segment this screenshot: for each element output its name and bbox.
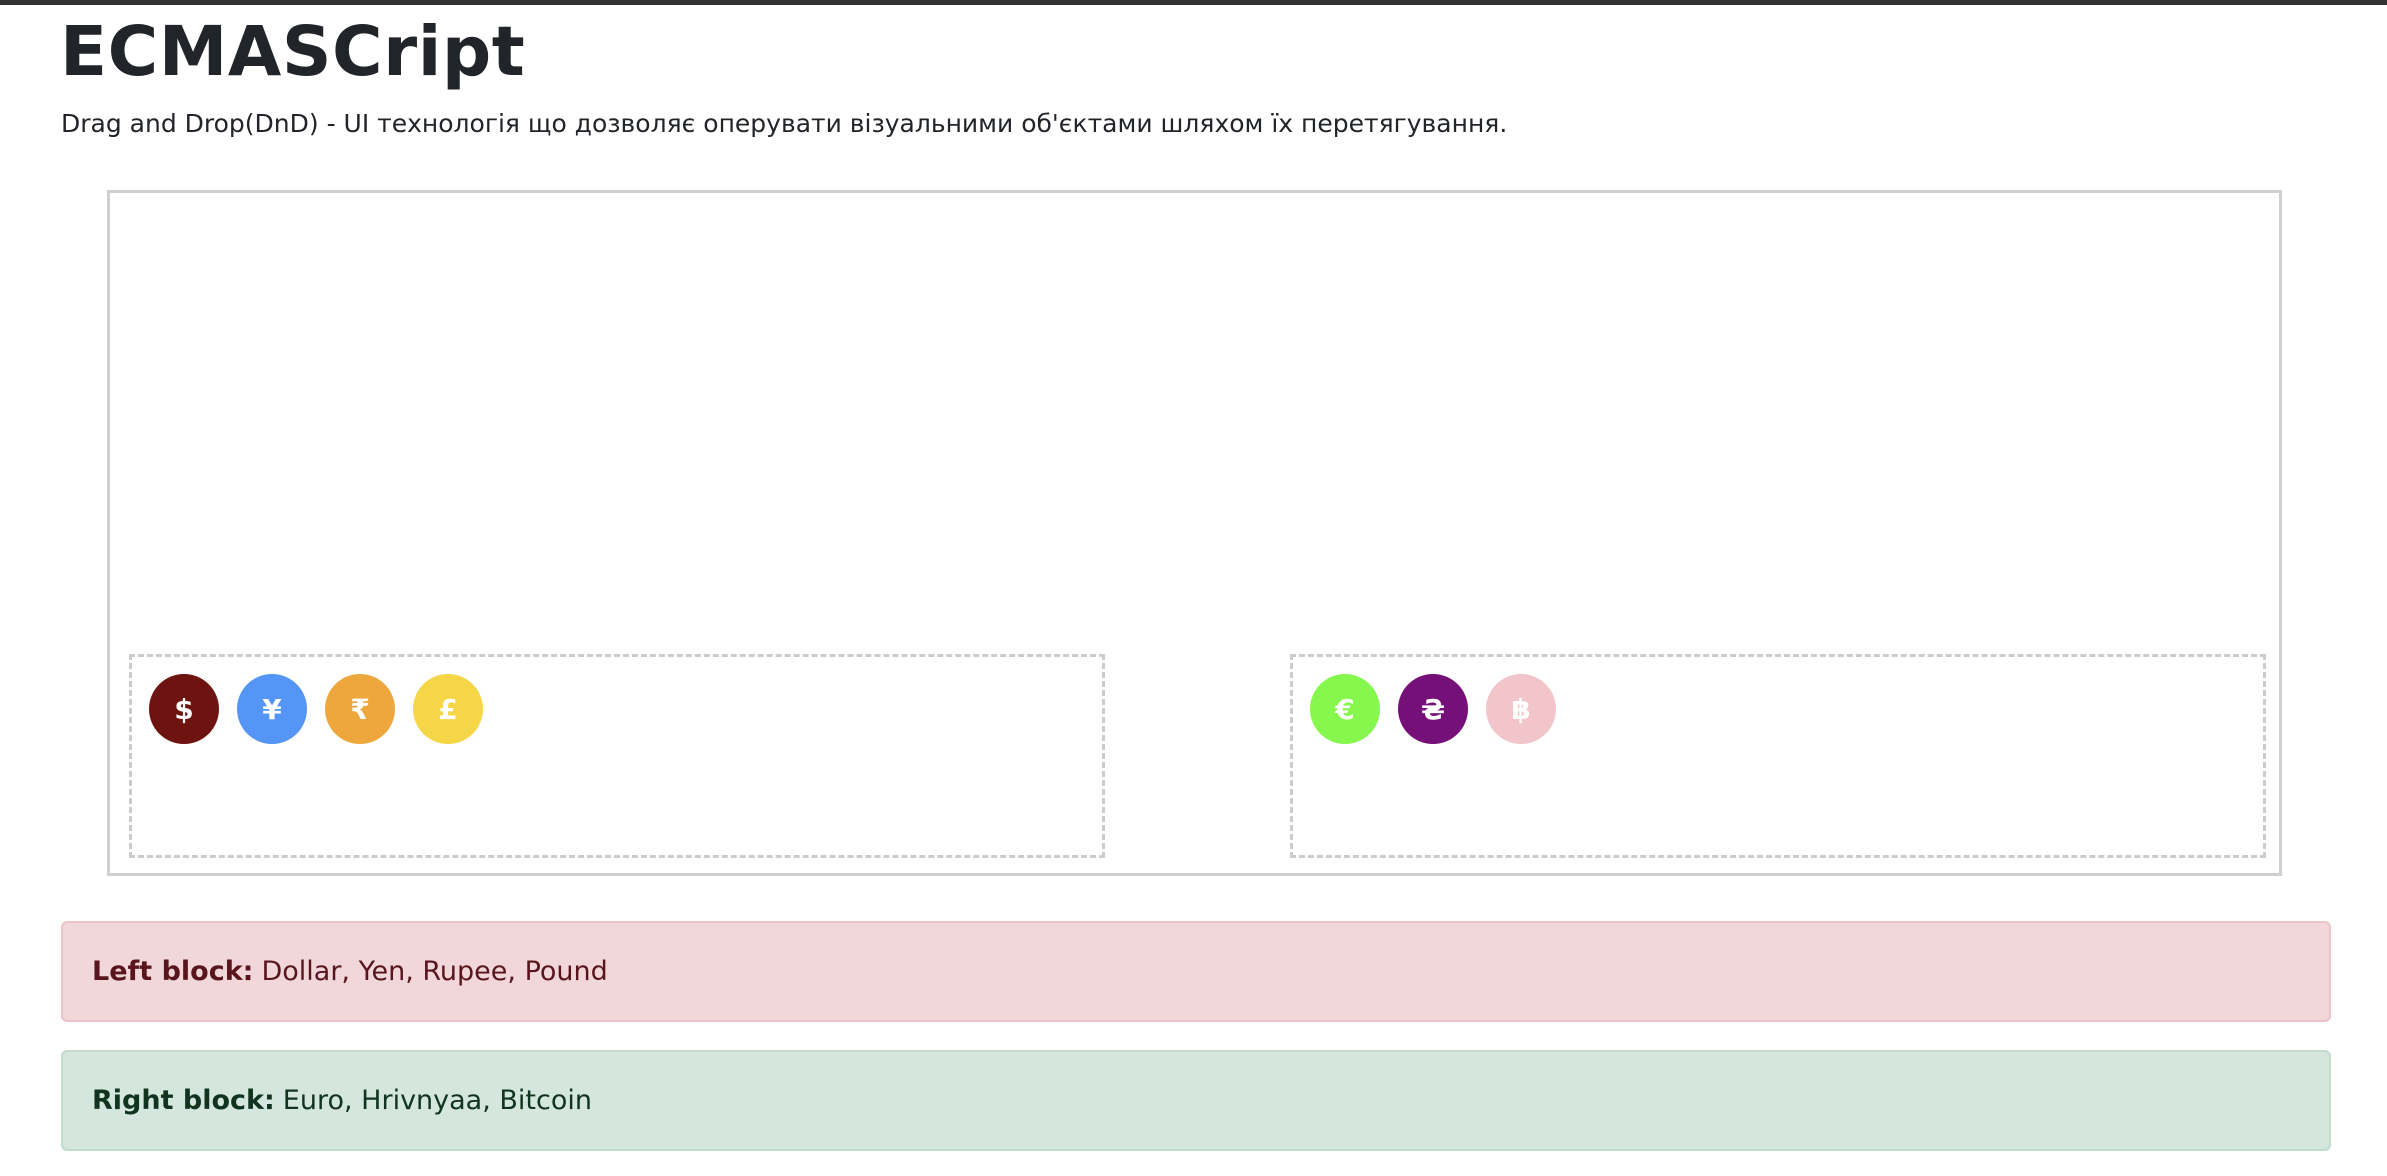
yen-coin-icon[interactable]: ¥: [237, 674, 307, 744]
left-block-result: Left block: Dollar, Yen, Rupee, Pound: [61, 921, 2331, 1022]
pound-coin-icon[interactable]: £: [413, 674, 483, 744]
left-block-label: Left block:: [92, 956, 254, 987]
right-block-result: Right block: Euro, Hrivnyaa, Bitcoin: [61, 1050, 2331, 1151]
right-drop-zone[interactable]: € ₴ ฿: [1290, 654, 2266, 858]
dollar-coin-icon[interactable]: $: [149, 674, 219, 744]
right-block-value: Euro, Hrivnyaa, Bitcoin: [282, 1085, 592, 1116]
right-block-label: Right block:: [92, 1085, 275, 1116]
top-rule: [0, 0, 2387, 5]
left-block-value: Dollar, Yen, Rupee, Pound: [261, 956, 608, 987]
euro-coin-icon[interactable]: €: [1310, 674, 1380, 744]
rupee-coin-icon[interactable]: ₹: [325, 674, 395, 744]
left-drop-zone[interactable]: $ ¥ ₹ £: [129, 654, 1105, 858]
page-title: ECMASCript: [60, 12, 526, 92]
page-description: Drag and Drop(DnD) - UI технологія що до…: [61, 109, 1508, 138]
bitcoin-coin-icon[interactable]: ฿: [1486, 674, 1556, 744]
hryvnia-coin-icon[interactable]: ₴: [1398, 674, 1468, 744]
drag-drop-stage: $ ¥ ₹ £ € ₴ ฿: [107, 190, 2282, 876]
